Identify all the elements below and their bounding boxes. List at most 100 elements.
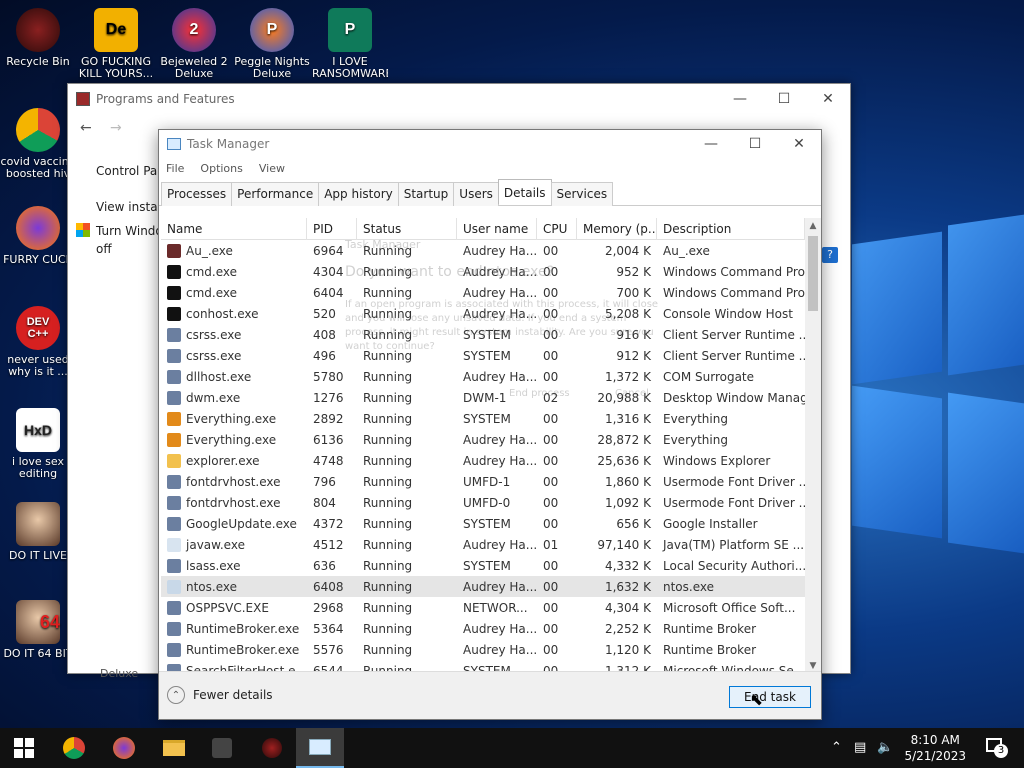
side-link-turn-windows[interactable]: Turn Windo xyxy=(96,224,163,238)
process-status: Running xyxy=(363,600,413,615)
details-grid: Name PID Status User name CPU Memory (p.… xyxy=(161,218,805,674)
start-button[interactable] xyxy=(0,728,48,768)
close-button[interactable]: ✕ xyxy=(806,84,850,114)
process-description: Local Security Authori... xyxy=(663,558,805,573)
close-button[interactable]: ✕ xyxy=(777,130,821,158)
process-name: OSPPSVC.EXE xyxy=(161,600,307,615)
desktop-icon-do-it-64[interactable]: 64 DO IT 64 BIT xyxy=(0,600,76,660)
side-link-off[interactable]: off xyxy=(96,242,112,256)
table-row[interactable]: OSPPSVC.EXE 2968 Running NETWOR... 00 4,304 K… xyxy=(161,597,805,618)
behind-label: Deluxe xyxy=(100,667,139,680)
end-task-button[interactable]: End task xyxy=(729,686,811,708)
maximize-button[interactable]: ☐ xyxy=(762,84,806,114)
table-row[interactable]: GoogleUpdate.exe 4372 Running SYSTEM 00 656 K… xyxy=(161,513,805,534)
maximize-button[interactable]: ☐ xyxy=(733,130,777,158)
taskbar-file-explorer[interactable] xyxy=(150,728,198,768)
process-pid: 796 xyxy=(313,474,336,489)
taskbar-app-1[interactable] xyxy=(198,728,246,768)
menu-view[interactable]: View xyxy=(259,162,285,175)
minimize-button[interactable]: — xyxy=(689,130,733,158)
process-name-text: ntos.exe xyxy=(186,579,238,594)
process-memory: 25,636 K xyxy=(597,453,651,468)
forward-arrow-icon[interactable]: → xyxy=(110,120,122,136)
volume-muted-icon[interactable]: 🔈 xyxy=(877,740,893,755)
scroll-up-icon[interactable]: ▲ xyxy=(805,218,821,234)
process-user: SYSTEM xyxy=(463,516,511,531)
process-icon xyxy=(167,369,181,384)
desktop-icon-do-it-live[interactable]: DO IT LIVE xyxy=(0,502,76,562)
table-row[interactable]: explorer.exe 4748 Running Audrey Ha... 00 25,… xyxy=(161,450,805,471)
process-description: Usermode Font Driver ... xyxy=(663,495,805,510)
process-icon xyxy=(167,516,181,531)
process-name-text: csrss.exe xyxy=(186,327,242,342)
taskbar-firefox[interactable] xyxy=(100,728,148,768)
process-status: Running xyxy=(363,495,413,510)
network-icon[interactable]: ▤ xyxy=(854,740,866,755)
process-description: Client Server Runtime ... xyxy=(663,327,805,342)
process-description: Everything xyxy=(663,411,728,426)
table-row[interactable]: Everything.exe 2892 Running SYSTEM 00 1,316 K… xyxy=(161,408,805,429)
column-header-description[interactable]: Description xyxy=(657,218,805,240)
peggle-icon: P xyxy=(250,8,294,52)
desktop-icon-label: DO IT 64 BIT xyxy=(3,648,73,660)
process-user: Audrey Ha... xyxy=(463,453,537,468)
process-pid: 5364 xyxy=(313,621,344,636)
app-icon xyxy=(212,738,232,758)
side-link-view-installed[interactable]: View instal xyxy=(96,200,161,214)
recycle-bin-icon xyxy=(16,8,60,52)
tab-performance[interactable]: Performance xyxy=(231,182,320,206)
table-row[interactable]: ntos.exe 6408 Running Audrey Ha... 00 1,632 K… xyxy=(161,576,805,597)
tab-details[interactable]: Details xyxy=(497,179,552,204)
menu-file[interactable]: File xyxy=(166,162,184,175)
table-row[interactable]: fontdrvhost.exe 804 Running UMFD-0 00 1,092 K… xyxy=(161,492,805,513)
desktop-icon-recycle-bin[interactable]: Recycle Bin xyxy=(0,8,76,68)
process-icon xyxy=(167,453,181,468)
desktop-icon-chrome[interactable]: covid vaccine boosted hiv ... xyxy=(0,108,76,180)
table-row[interactable]: fontdrvhost.exe 796 Running UMFD-1 00 1,860 K… xyxy=(161,471,805,492)
table-row[interactable]: RuntimeBroker.exe 5364 Running Audrey Ha...… xyxy=(161,618,805,639)
desktop-icon-bejeweled[interactable]: 2 Bejeweled 2 Deluxe xyxy=(156,8,232,80)
desktop-icon-ransomware[interactable]: P I LOVE RANSOMWARE xyxy=(312,8,388,80)
tab-app-history[interactable]: App history xyxy=(318,182,399,206)
help-icon[interactable]: ? xyxy=(822,247,838,263)
process-name: conhost.exe xyxy=(161,306,307,321)
process-icon xyxy=(167,285,181,300)
devcpp-icon: DEV C++ xyxy=(16,306,60,350)
table-row[interactable]: lsass.exe 636 Running SYSTEM 00 4,332 K Local … xyxy=(161,555,805,576)
process-description: Console Window Host xyxy=(663,306,793,321)
back-arrow-icon[interactable]: ← xyxy=(80,120,92,136)
process-memory: 97,140 K xyxy=(597,537,651,552)
vertical-scrollbar[interactable]: ▲ ▼ xyxy=(805,218,821,674)
tab-processes[interactable]: Processes xyxy=(161,182,233,206)
chevron-up-icon[interactable]: ⌃ xyxy=(831,740,842,755)
taskbar-chrome[interactable] xyxy=(50,728,98,768)
table-row[interactable]: javaw.exe 4512 Running Audrey Ha... 01 97,140… xyxy=(161,534,805,555)
process-cpu: 00 xyxy=(543,495,559,510)
taskbar-app-2[interactable] xyxy=(248,728,296,768)
scroll-thumb[interactable] xyxy=(808,236,818,311)
fewer-details-button[interactable]: ⌃ Fewer details xyxy=(167,686,273,704)
process-user: SYSTEM xyxy=(463,411,511,426)
process-name-text: cmd.exe xyxy=(186,264,238,279)
menu-options[interactable]: Options xyxy=(200,162,242,175)
minimize-button[interactable]: — xyxy=(718,84,762,114)
chrome-icon xyxy=(63,737,85,759)
side-link-control-panel[interactable]: Control Par xyxy=(96,164,162,178)
process-cpu: 00 xyxy=(543,474,559,489)
desktop-icon-peggle[interactable]: P Peggle Nights Deluxe xyxy=(234,8,310,80)
table-row[interactable]: Everything.exe 6136 Running Audrey Ha... 00 2… xyxy=(161,429,805,450)
taskbar-clock[interactable]: 8:10 AM 5/21/2023 xyxy=(904,732,966,764)
process-name-text: conhost.exe xyxy=(186,306,259,321)
desktop-icon-devcpp[interactable]: DEV C++ never used why is it ... xyxy=(0,306,76,378)
task-manager-footer: ⌃ Fewer details End task ⬉ xyxy=(159,671,821,719)
table-row[interactable]: RuntimeBroker.exe 5576 Running Audrey Ha...… xyxy=(161,639,805,660)
desktop-icon-firefox[interactable]: FURRY CUCK xyxy=(0,206,76,266)
taskbar-task-manager[interactable] xyxy=(296,728,344,768)
task-manager-window[interactable]: Task Manager — ☐ ✕ File Options View Pro… xyxy=(158,129,822,720)
desktop-icon-hxd[interactable]: HxD i love sex editing xyxy=(0,408,76,480)
tab-services[interactable]: Services xyxy=(550,182,614,206)
tab-users[interactable]: Users xyxy=(453,182,499,206)
tab-startup[interactable]: Startup xyxy=(397,182,455,206)
notification-center-button[interactable]: 3 xyxy=(984,738,1010,758)
desktop-icon-go-kill[interactable]: De GO FUCKING KILL YOURS... xyxy=(78,8,154,80)
